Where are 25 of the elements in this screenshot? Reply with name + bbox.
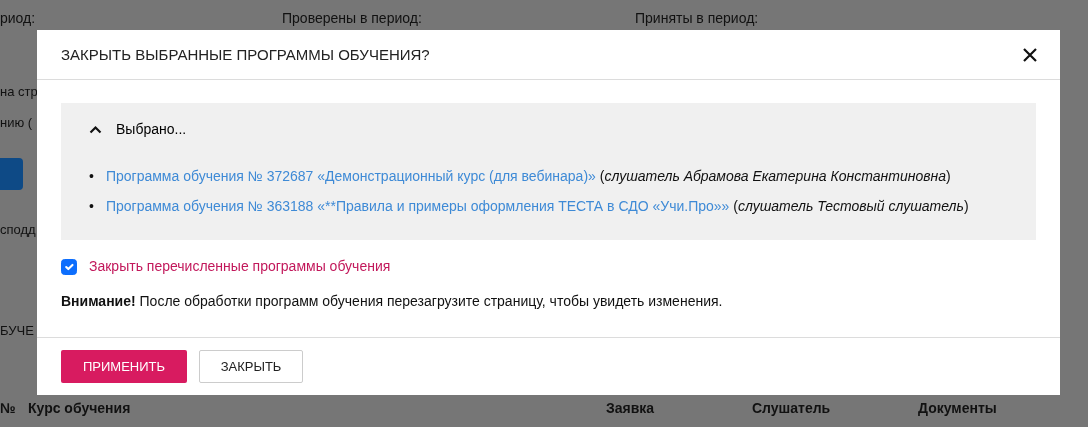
text-fragment: на стр: [0, 83, 38, 101]
selection-toggle[interactable]: Выбрано...: [81, 117, 195, 142]
column-header: Документы: [918, 399, 998, 418]
program-item: Программа обучения № 363188 «**Правила и примеры оформления ТЕСТА в СДО «Учи.Про»» (слушатель Тестовый слушатель): [105, 197, 969, 216]
column-header: Слушатель: [752, 399, 832, 418]
column-header: Курс обучения: [28, 399, 132, 418]
modal-title: ЗАКРЫТЬ ВЫБРАННЫЕ ПРОГРАММЫ ОБУЧЕНИЯ?: [61, 45, 430, 64]
filter-label: Приняты в период:: [635, 9, 760, 28]
apply-button[interactable]: ПРИМЕНИТЬ: [61, 350, 187, 383]
text-fragment: нию (: [0, 113, 33, 132]
program-link[interactable]: Программа обучения № 363188 «**Правила и примеры оформления ТЕСТА в СДО «Учи.Про»»: [105, 198, 730, 214]
filter-label: Проверены в период:: [282, 9, 423, 28]
program-item: Программа обучения № 372687 «Демонстрационный курс (для вебинара)» (слушатель Абрамова Екатерина Константиновна): [105, 167, 951, 186]
column-header: Заявка: [606, 399, 656, 418]
text-fragment: сподд: [0, 220, 36, 239]
column-header: №: [0, 399, 17, 418]
bullet: •: [89, 197, 94, 216]
program-link[interactable]: Программа обучения № 372687 «Демонстрационный курс (для вебинара)»: [105, 168, 596, 184]
section-heading: БУЧЕ: [0, 322, 34, 340]
close-dialog-button[interactable]: ЗАКРЫТЬ: [199, 350, 303, 383]
bullet: •: [89, 167, 94, 186]
filter-label: риод:: [0, 9, 37, 28]
checkbox[interactable]: [61, 258, 77, 275]
warning-text: Внимание! После обработки программ обучения перезагрузите страницу, чтобы увидеть изменения.: [61, 292, 724, 311]
checkbox-label: Закрыть перечисленные программы обучения: [89, 257, 391, 276]
